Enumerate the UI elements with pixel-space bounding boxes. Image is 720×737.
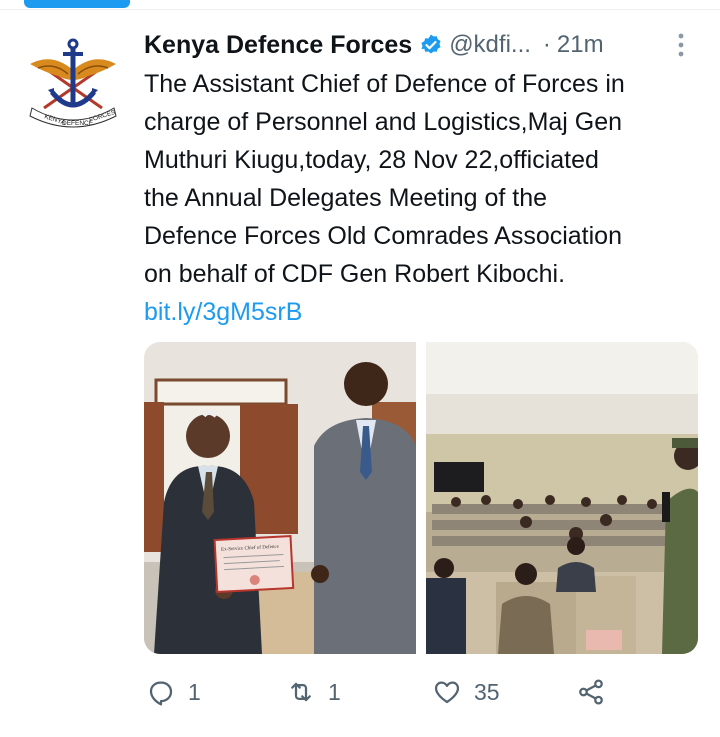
tweet-text-line: Defence Forces Old Comrades Association xyxy=(144,222,622,250)
kdf-logo-icon: KENYA DEFENCE FORCES xyxy=(29,38,117,128)
tweet-actions: 1 1 35 xyxy=(144,672,704,712)
like-button[interactable]: 35 xyxy=(432,672,500,712)
retweet-count: 1 xyxy=(328,678,341,705)
share-button[interactable] xyxy=(576,672,606,712)
tweet-header: Kenya Defence Forces @kdfi... · 21m xyxy=(144,28,704,62)
separator: · xyxy=(542,31,551,58)
photo-icon xyxy=(426,342,698,654)
like-count: 35 xyxy=(474,678,500,705)
active-tab-indicator xyxy=(24,0,130,8)
avatar[interactable]: KENYA DEFENCE FORCES xyxy=(22,30,124,132)
photo-icon: Ex-Service Chief of Defence xyxy=(144,342,416,654)
tweet-text-line: charge of Personnel and Logistics,Maj Ge… xyxy=(144,108,623,136)
tweet-text-line: the Annual Delegates Meeting of the xyxy=(144,184,548,212)
reply-button[interactable]: 1 xyxy=(146,672,201,712)
tweet-text-line: Muthuri Kiugu,today, 28 Nov 22,officiate… xyxy=(144,146,599,174)
reply-icon xyxy=(149,681,173,706)
reply-count: 1 xyxy=(188,678,201,705)
tweet-body: Kenya Defence Forces @kdfi... · 21m The … xyxy=(144,28,704,331)
divider xyxy=(0,9,720,10)
tweet-text-line: The Assistant Chief of Defence of Forces… xyxy=(144,70,625,98)
author-handle[interactable]: @kdfi... xyxy=(449,31,531,59)
share-icon xyxy=(579,679,603,705)
like-icon xyxy=(434,681,460,704)
tweet-link[interactable]: bit.ly/3gM5srB xyxy=(144,293,704,331)
author-name[interactable]: Kenya Defence Forces xyxy=(144,31,412,60)
photo-meeting-hall[interactable] xyxy=(426,342,698,654)
retweet-icon xyxy=(291,682,311,702)
media-gallery: Ex-Service Chief of Defence xyxy=(144,342,698,654)
tweet-text-line: on behalf of CDF Gen Robert Kibochi. xyxy=(144,260,566,288)
more-options-icon[interactable] xyxy=(678,32,684,58)
retweet-button[interactable]: 1 xyxy=(286,672,341,712)
photo-certificate-presentation[interactable]: Ex-Service Chief of Defence xyxy=(144,342,416,654)
verified-badge-icon xyxy=(421,34,441,54)
timestamp[interactable]: 21m xyxy=(557,31,604,59)
tweet-text: The Assistant Chief of Defence of Forces… xyxy=(144,65,704,331)
